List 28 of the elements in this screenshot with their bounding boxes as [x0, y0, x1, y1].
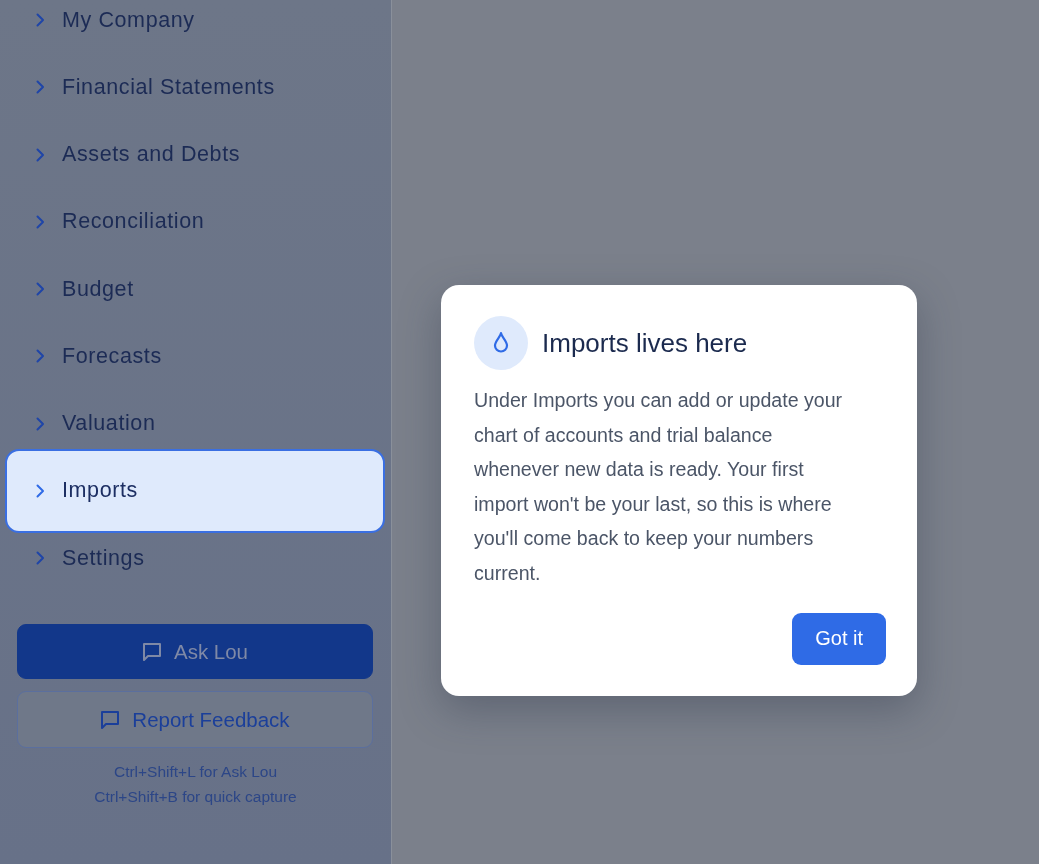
sidebar-nav-item[interactable]: Valuation	[5, 399, 385, 448]
chevron-right-icon	[36, 13, 45, 27]
dialog-title: Imports lives here	[542, 327, 748, 359]
chevron-right-icon	[36, 282, 45, 296]
chevron-right-icon	[36, 80, 45, 95]
chevron-right-icon	[36, 214, 45, 229]
feedback-button[interactable]: Report Feedback	[17, 691, 373, 748]
ask-button[interactable]: Ask Lou	[17, 624, 373, 679]
chevron-right-icon	[36, 551, 45, 565]
chevron-right-icon	[36, 483, 45, 498]
sidebar-nav-item[interactable]: Budget	[5, 265, 385, 313]
dialog-message: Under Imports you can add or update your chart of accounts and trial balance whenever new data is ready. Your first import won't be your last, so this is where you'll come back to keep your numbers current.	[474, 388, 844, 586]
shortcut-hint: Ctrl+Shift+L for Ask Lou	[113, 762, 278, 782]
sidebar-nav-item[interactable]: Reconciliation	[5, 197, 385, 246]
sidebar-nav-item[interactable]: Forecasts	[5, 332, 385, 381]
sidebar-nav-item[interactable]: Assets and Debts	[5, 130, 385, 179]
chevron-right-icon	[36, 349, 45, 364]
chat-bubble-icon	[141, 641, 162, 662]
chat-bubble-icon	[100, 709, 121, 730]
sidebar-nav-item[interactable]: My Company	[5, 0, 385, 44]
shortcut-hint: Ctrl+Shift+B for quick capture	[94, 787, 297, 807]
sidebar-nav-item[interactable]: Settings	[5, 534, 385, 582]
droplet-icon	[474, 316, 528, 370]
got-it-button[interactable]: Got it	[792, 612, 886, 665]
chevron-right-icon	[36, 416, 45, 431]
chevron-right-icon	[36, 147, 45, 162]
sidebar-nav-item[interactable]: Financial Statements	[5, 63, 385, 112]
sidebar-nav-item[interactable]: Imports	[5, 448, 385, 533]
